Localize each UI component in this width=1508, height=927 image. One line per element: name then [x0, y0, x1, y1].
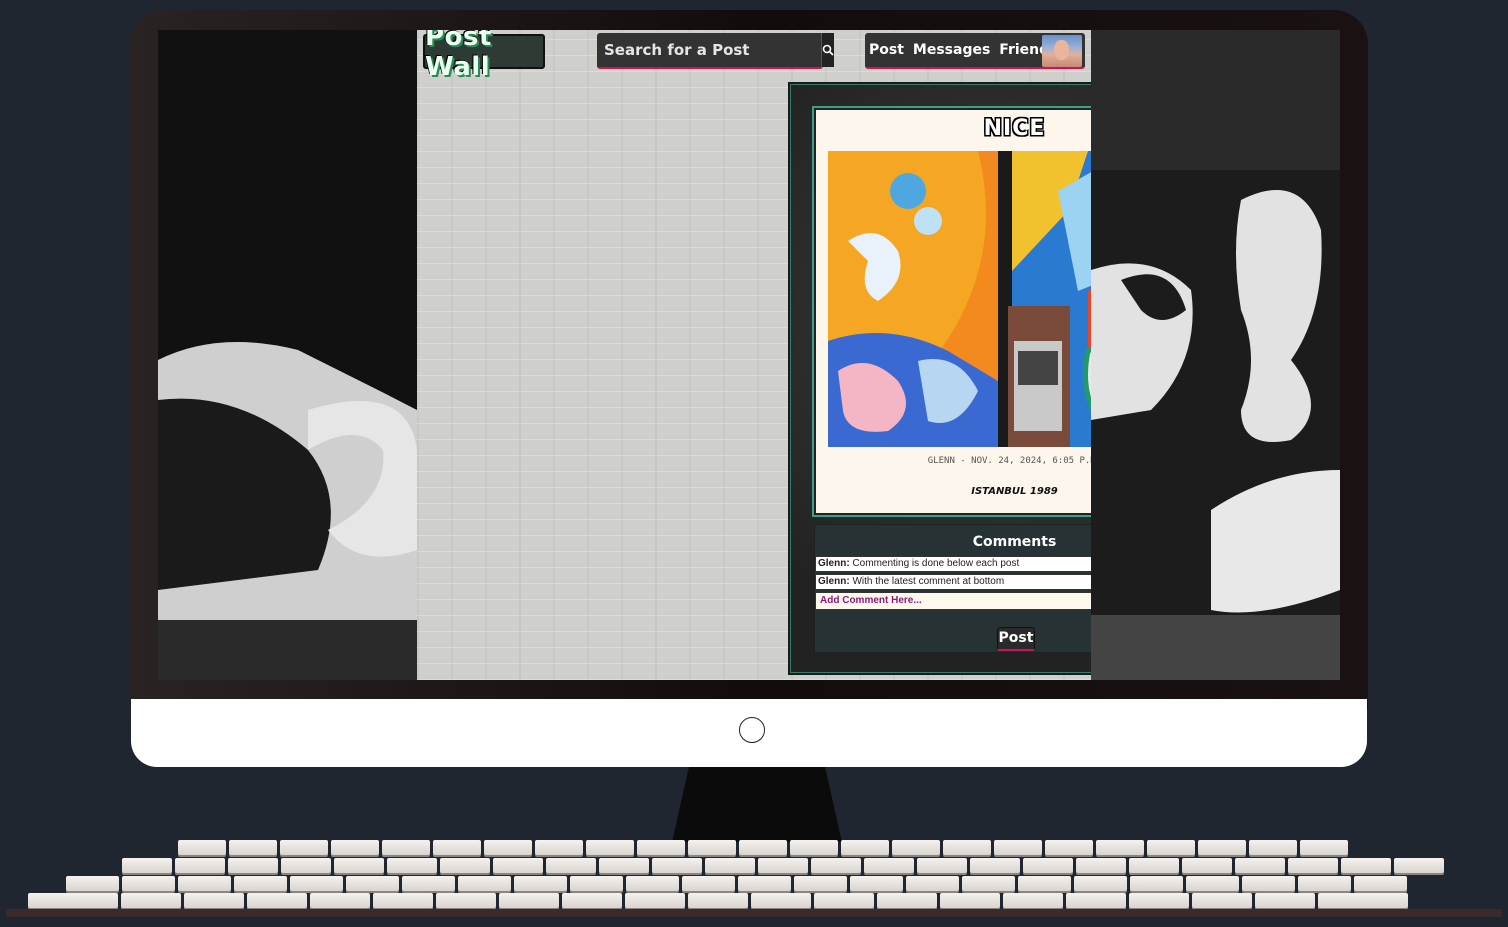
- search-bar: [597, 33, 834, 69]
- background-mural-right: [1091, 30, 1340, 680]
- search-input[interactable]: [597, 33, 821, 67]
- comment-author: Glenn:: [818, 558, 850, 569]
- keyboard-row: [122, 858, 1444, 873]
- keyboard-row: [66, 876, 1407, 891]
- comment-text: Commenting is done below each post: [852, 558, 1020, 569]
- page-background: Post Wall Post Messages Friends NICE ⤢: [417, 30, 1237, 680]
- background-mural-left: [158, 30, 417, 680]
- keyboard-row: [28, 893, 1408, 908]
- search-button[interactable]: [821, 33, 834, 67]
- keyboard-base: [6, 909, 1502, 917]
- comment-author: Glenn:: [818, 576, 850, 587]
- nav-link-post[interactable]: Post: [869, 42, 904, 58]
- nav-link-messages[interactable]: Messages: [913, 42, 990, 58]
- screen: Post Wall Post Messages Friends NICE ⤢: [158, 30, 1340, 680]
- search-icon: [822, 44, 834, 56]
- keyboard-row: [178, 840, 1348, 855]
- user-avatar[interactable]: [1042, 35, 1082, 67]
- comment-text: With the latest comment at bottom: [852, 576, 1005, 587]
- power-button[interactable]: [739, 717, 765, 743]
- monitor-stand: [672, 767, 842, 842]
- main-nav: Post Messages Friends: [865, 33, 1085, 69]
- keyboard: [0, 838, 1508, 927]
- site-logo[interactable]: Post Wall: [423, 30, 545, 82]
- post-comment-button[interactable]: Post: [997, 627, 1035, 651]
